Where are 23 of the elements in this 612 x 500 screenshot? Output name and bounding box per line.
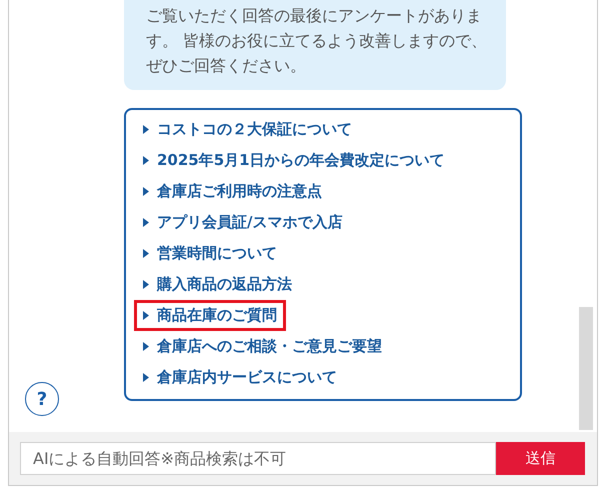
menu-link[interactable]: コストコの２大保証について (134, 114, 361, 145)
scrollbar-thumb[interactable] (579, 307, 593, 430)
send-button[interactable]: 送信 (496, 442, 585, 475)
help-button[interactable]: ? (25, 382, 59, 416)
triangle-icon (143, 218, 149, 227)
message-input[interactable]: AIによる自動回答※商品検索は不可 (20, 442, 496, 475)
triangle-icon (143, 187, 149, 196)
triangle-icon (143, 373, 149, 382)
chat-message: ご覧いただく回答の最後にアンケートがあります。 皆様のお役に立てるよう改善しますので、ぜひご回答ください。 (124, 0, 506, 90)
menu-link[interactable]: 倉庫店へのご相談・ご意見ご要望 (134, 331, 391, 362)
triangle-icon (143, 156, 149, 165)
triangle-icon (143, 280, 149, 289)
menu-link[interactable]: 倉庫店ご利用時の注意点 (134, 176, 331, 207)
menu-link[interactable]: 2025年5月1日からの年会費改定について (134, 145, 454, 176)
menu-link[interactable]: 購入商品の返品方法 (134, 269, 301, 300)
menu-link[interactable]: アプリ会員証/スマホで入店 (134, 207, 352, 238)
triangle-icon (143, 249, 149, 258)
triangle-icon (143, 125, 149, 134)
menu-link[interactable]: 倉庫店内サービスについて (134, 362, 346, 393)
menu-link[interactable]: 営業時間について (134, 238, 286, 269)
triangle-icon (143, 311, 149, 320)
menu-link[interactable]: 商品在庫のご質問 (134, 300, 286, 331)
triangle-icon (143, 342, 149, 351)
